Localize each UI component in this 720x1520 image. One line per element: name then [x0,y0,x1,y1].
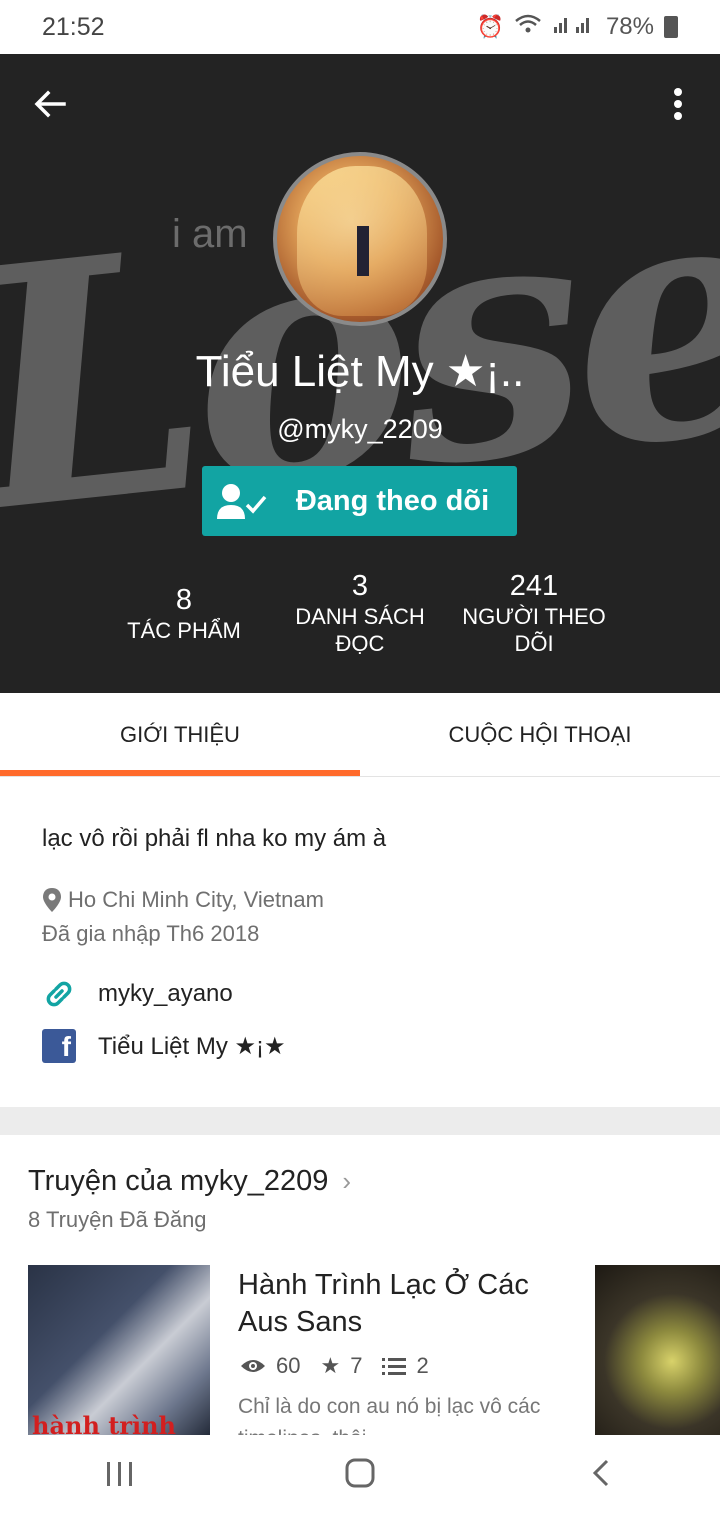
stories-title: Truyện của myky_2209 [28,1165,329,1197]
recents-icon [107,1462,132,1486]
following-button-label: Đang theo dõi [295,484,490,517]
stat-reading-lists[interactable]: 3 DANH SÁCH ĐỌC [280,570,440,657]
battery-icon [664,16,678,38]
system-nav-bar [0,1435,720,1520]
story-cover[interactable]: hành trình [28,1265,210,1435]
tab-about[interactable]: GIỚI THIỆU [0,693,360,777]
section-divider [0,1107,720,1135]
facebook-icon: f [42,1029,76,1063]
stat-works-value: 8 [175,584,193,616]
status-bar: 21:52 ⏰ 78% [0,0,720,54]
stat-reading-lists-value: 3 [351,570,369,602]
location: Ho Chi Minh City, Vietnam [42,887,324,913]
battery-percent: 78% [605,13,654,40]
stat-works-label: TÁC PHẨM [127,618,241,643]
story-parts: 2 [416,1353,429,1378]
link-icon [42,977,76,1011]
story-title[interactable]: Hành Trình Lạc Ở Các Aus Sans [238,1267,568,1341]
stories-count: 8 Truyện Đã Đăng [28,1207,207,1232]
next-story-cover[interactable] [595,1265,720,1435]
website-link-text: myky_ayano [98,980,233,1007]
joined-date: Đã gia nhập Th6 2018 [42,921,260,946]
back-nav-button[interactable] [480,1458,720,1497]
story-cover-text: hành trình [32,1411,176,1435]
avatar-detail [357,226,369,276]
profile-header: i am Loser Tiểu Liệt My ★¡.. @myky_2209 … [0,54,720,693]
stat-reading-lists-label: DANH SÁCH ĐỌC [295,604,425,656]
story-stats: 60 ★ 7 2 [240,1353,429,1379]
stat-followers[interactable]: 241 NGƯỜI THEO DÕI [454,570,614,657]
stories-section: Truyện của myky_2209 › 8 Truyện Đã Đăng … [0,1135,720,1435]
home-button[interactable] [240,1458,480,1497]
stat-followers-value: 241 [509,570,559,602]
status-time: 21:52 [42,12,105,41]
location-pin-icon [43,888,61,912]
location-text: Ho Chi Minh City, Vietnam [68,887,324,912]
active-tab-indicator [0,770,360,776]
avatar[interactable] [273,152,447,326]
stat-works[interactable]: 8 TÁC PHẨM [104,584,264,644]
back-button[interactable] [30,84,70,124]
wifi-icon [514,13,542,41]
story-description: Chỉ là do con au nó bị lạc vô các timeli… [238,1395,541,1435]
display-name: Tiểu Liệt My ★¡.. [195,347,525,396]
following-button[interactable]: Đang theo dõi [202,466,517,536]
more-vertical-icon [674,88,682,120]
user-check-icon [202,466,282,536]
story-reads: 60 [276,1353,301,1378]
facebook-link-text: Tiểu Liệt My ★¡★ [98,1032,286,1060]
bio-text: lạc vô rồi phải fl nha ko my ám à [42,825,387,852]
status-icons: ⏰ 78% [477,13,678,41]
profile-stats: 8 TÁC PHẨM 3 DANH SÁCH ĐỌC 241 NGƯỜI THE… [0,566,720,676]
username: @myky_2209 [277,414,443,444]
stories-header[interactable]: Truyện của myky_2209 › [28,1165,351,1198]
about-section: lạc vô rồi phải fl nha ko my ám à Ho Chi… [0,777,720,1107]
signal-icon [552,13,596,41]
more-options-button[interactable] [660,84,696,124]
facebook-link[interactable]: f Tiểu Liệt My ★¡★ [42,1029,286,1063]
star-icon: ★ [320,1353,341,1378]
list-icon [382,1358,407,1375]
chevron-left-icon [592,1459,609,1487]
stat-followers-label: NGƯỜI THEO DÕI [462,604,606,656]
chevron-right-icon: › [342,1166,352,1196]
story-votes: 7 [350,1353,363,1378]
home-icon [345,1458,375,1488]
arrow-left-icon [34,90,66,118]
recents-button[interactable] [0,1458,240,1497]
profile-tabs: GIỚI THIỆU CUỘC HỘI THOẠI [0,693,720,777]
eye-icon [241,1360,265,1372]
tab-conversations[interactable]: CUỘC HỘI THOẠI [360,693,720,777]
website-link[interactable]: myky_ayano [42,977,233,1011]
alarm-icon: ⏰ [476,14,504,39]
